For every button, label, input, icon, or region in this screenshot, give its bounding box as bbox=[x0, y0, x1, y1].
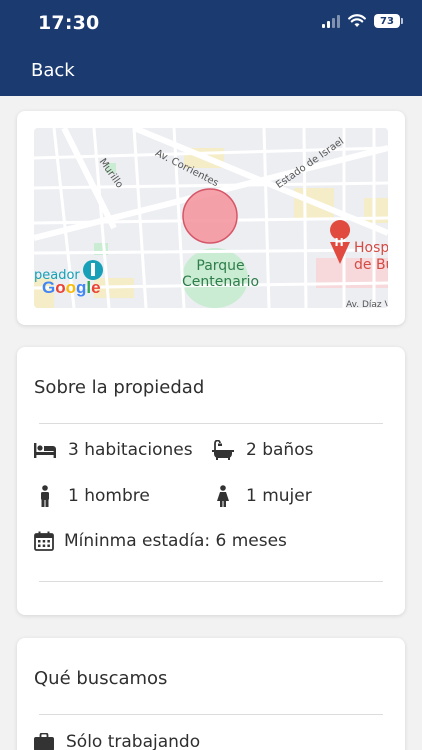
wanted-card: Qué buscamos Sólo trabajando bbox=[17, 638, 405, 750]
property-title: Sobre la propiedad bbox=[34, 377, 205, 398]
women-feature: 1 mujer bbox=[212, 485, 312, 507]
back-button[interactable]: Back bbox=[31, 60, 75, 81]
bathrooms-feature: 2 baños bbox=[212, 440, 313, 460]
status-icons: 73 bbox=[322, 14, 403, 28]
property-divider-top bbox=[39, 423, 383, 424]
min-stay-feature: Míninma estadía: 6 meses bbox=[34, 531, 287, 551]
property-card: Sobre la propiedad 3 habitaciones 2 baño… bbox=[17, 347, 405, 615]
working-label: Sólo trabajando bbox=[66, 732, 201, 750]
working-feature: Sólo trabajando bbox=[34, 732, 200, 750]
location-map[interactable]: H Av. Corrientes Murillo Estado de Israe… bbox=[34, 128, 388, 308]
bed-icon bbox=[34, 443, 56, 458]
top-bar: 17:30 73 Back bbox=[0, 0, 422, 96]
women-label: 1 mujer bbox=[246, 486, 312, 506]
status-time: 17:30 bbox=[38, 12, 100, 34]
wanted-divider bbox=[39, 714, 383, 715]
svg-text:H: H bbox=[335, 236, 344, 249]
rooms-label: 3 habitaciones bbox=[68, 440, 193, 460]
rooms-feature: 3 habitaciones bbox=[34, 440, 193, 460]
wifi-icon bbox=[348, 14, 366, 27]
men-feature: 1 hombre bbox=[34, 485, 150, 507]
cellular-signal-icon bbox=[322, 14, 340, 28]
wanted-title: Qué buscamos bbox=[34, 668, 168, 689]
men-label: 1 hombre bbox=[68, 486, 150, 506]
property-divider-bottom bbox=[39, 581, 383, 582]
female-icon bbox=[217, 485, 229, 507]
map-card: H Av. Corrientes Murillo Estado de Israe… bbox=[17, 111, 405, 325]
bathrooms-label: 2 baños bbox=[246, 440, 314, 460]
park-label: Parque Centenario bbox=[182, 258, 260, 290]
bathtub-icon bbox=[212, 440, 234, 460]
male-icon bbox=[41, 485, 49, 507]
google-logo: Google bbox=[42, 278, 101, 297]
street-label-diaz: Av. Díaz V bbox=[346, 300, 388, 308]
hospital-label: Hosp de Bu bbox=[354, 240, 388, 273]
briefcase-icon bbox=[34, 733, 54, 750]
calendar-icon bbox=[34, 531, 54, 551]
min-stay-label: Míninma estadía: 6 meses bbox=[64, 531, 287, 551]
battery-icon: 73 bbox=[374, 14, 403, 28]
